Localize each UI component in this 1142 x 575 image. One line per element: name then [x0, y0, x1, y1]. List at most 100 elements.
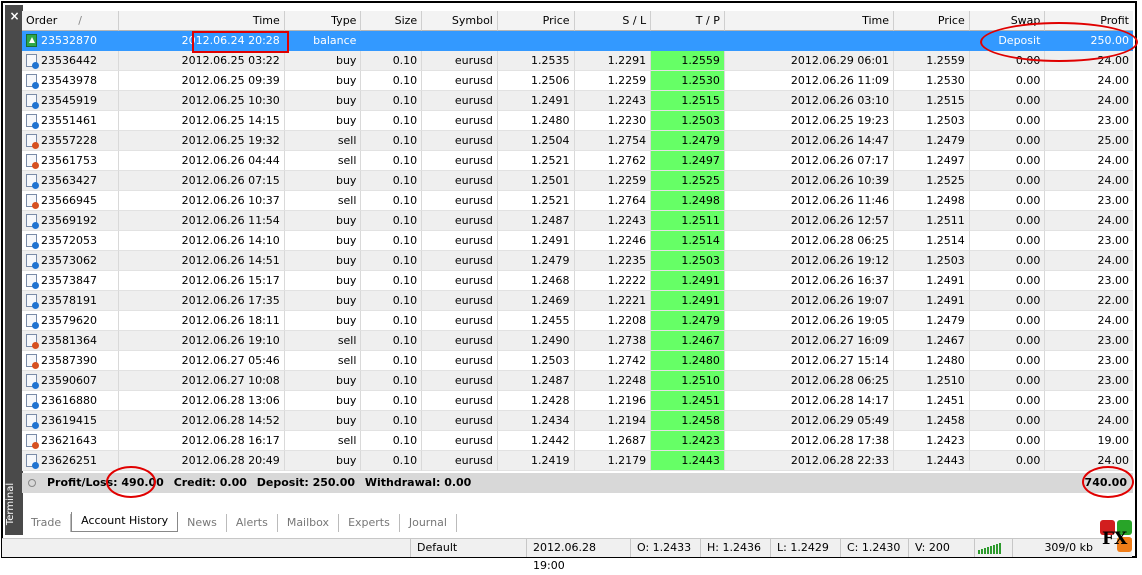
tab-account-history[interactable]: Account History	[71, 512, 179, 532]
tab-alerts[interactable]: Alerts	[227, 514, 278, 532]
cell-price2: 1.2479	[894, 131, 970, 151]
sell-order-icon	[26, 134, 39, 149]
tab-journal[interactable]: Journal	[400, 514, 457, 532]
column-header-symbol[interactable]: Symbol	[422, 11, 498, 31]
summary-dot-icon	[28, 479, 36, 487]
cell-price2: 1.2515	[894, 91, 970, 111]
cell-price: 1.2428	[497, 391, 575, 411]
cell-swap: 0.00	[969, 211, 1046, 231]
cell-size: 0.10	[361, 411, 423, 431]
cell-time2: 2012.06.26 03:10	[724, 91, 895, 111]
tab-mailbox[interactable]: Mailbox	[278, 514, 340, 532]
cell-symbol: eurusd	[422, 171, 498, 191]
table-row[interactable]: 23566945 2012.06.26 10:37 sell 0.10 eurusd 1.…	[22, 191, 1133, 211]
cell-time: 2012.06.28 13:06	[118, 391, 285, 411]
cell-time: 2012.06.26 15:17	[118, 271, 285, 291]
table-row[interactable]: 23621643 2012.06.28 16:17 sell 0.10 eurusd 1.…	[22, 431, 1133, 451]
cell-sl: 1.2243	[574, 211, 652, 231]
column-header-sl[interactable]: S / L	[574, 11, 652, 31]
buy-order-icon	[26, 274, 39, 289]
cell-order: 23563427	[22, 171, 119, 191]
table-row[interactable]: 23590607 2012.06.27 10:08 buy 0.10 eurusd 1.2…	[22, 371, 1133, 391]
cell-size: 0.10	[361, 351, 423, 371]
column-header-close-time[interactable]: Time	[724, 11, 895, 31]
cell-order: 23569192	[22, 211, 119, 231]
cell-type: sell	[284, 151, 362, 171]
buy-order-icon	[26, 174, 39, 189]
tab-news[interactable]: News	[178, 514, 227, 532]
cell-size: 0.10	[361, 131, 423, 151]
cell-type: sell	[284, 351, 362, 371]
table-row[interactable]: 23563427 2012.06.26 07:15 buy 0.10 eurusd 1.2…	[22, 171, 1133, 191]
cell-tp: 1.2515	[651, 91, 725, 111]
column-header-time[interactable]: Time	[118, 11, 285, 31]
order-number: 23573062	[41, 253, 97, 267]
cell-type: sell	[284, 431, 362, 451]
table-row[interactable]: 23545919 2012.06.25 10:30 buy 0.10 eurusd 1.2…	[22, 91, 1133, 111]
table-row[interactable]: 23581364 2012.06.26 19:10 sell 0.10 eurusd 1.…	[22, 331, 1133, 351]
column-header-close-price[interactable]: Price	[894, 11, 970, 31]
buy-order-icon	[26, 214, 39, 229]
cell-price2: 1.2443	[894, 451, 970, 471]
column-header-size[interactable]: Size	[361, 11, 423, 31]
cell-price: 1.2419	[497, 451, 575, 471]
column-header-tp[interactable]: T / P	[651, 11, 725, 31]
table-row[interactable]: 23551461 2012.06.25 14:15 buy 0.10 eurusd 1.2…	[22, 111, 1133, 131]
cell-sl: 1.2259	[574, 171, 652, 191]
table-row[interactable]: 23619415 2012.06.28 14:52 buy 0.10 eurusd 1.2…	[22, 411, 1133, 431]
table-row[interactable]: 23573847 2012.06.26 15:17 buy 0.10 eurusd 1.2…	[22, 271, 1133, 291]
cell-price2: 1.2498	[894, 191, 970, 211]
table-row[interactable]: 23543978 2012.06.25 09:39 buy 0.10 eurusd 1.2…	[22, 71, 1133, 91]
cell-order: 23572053	[22, 231, 119, 251]
deposit-order-icon	[26, 34, 37, 47]
table-row[interactable]: 23587390 2012.06.27 05:46 sell 0.10 eurusd 1.…	[22, 351, 1133, 371]
table-row[interactable]: 23572053 2012.06.26 14:10 buy 0.10 eurusd 1.2…	[22, 231, 1133, 251]
column-header-price[interactable]: Price	[497, 11, 575, 31]
table-row[interactable]: 23557228 2012.06.25 19:32 sell 0.10 eurusd 1.…	[22, 131, 1133, 151]
cell-price2: 1.2458	[894, 411, 970, 431]
cell-time2: 2012.06.26 19:12	[724, 251, 895, 271]
cell-price: 1.2469	[497, 291, 575, 311]
cell-sl: 1.2208	[574, 311, 652, 331]
table-row[interactable]: 23561753 2012.06.26 04:44 sell 0.10 eurusd 1.…	[22, 151, 1133, 171]
cell-sl: 1.2762	[574, 151, 652, 171]
cell-tp: 1.2480	[651, 351, 725, 371]
table-row[interactable]: 23626251 2012.06.28 20:49 buy 0.10 eurusd 1.2…	[22, 451, 1133, 471]
column-header-order[interactable]: Order /	[22, 11, 119, 31]
cell-type: balance	[284, 31, 362, 51]
table-row[interactable]: 23536442 2012.06.25 03:22 buy 0.10 eurusd 1.2…	[22, 51, 1133, 71]
cell-sl: 1.2738	[574, 331, 652, 351]
cell-tp: 1.2479	[651, 311, 725, 331]
cell-price: 1.2487	[497, 211, 575, 231]
cell-price2: 1.2497	[894, 151, 970, 171]
cell-price: 1.2501	[497, 171, 575, 191]
table-row[interactable]: 23579620 2012.06.26 18:11 buy 0.10 eurusd 1.2…	[22, 311, 1133, 331]
cell-symbol: eurusd	[422, 431, 498, 451]
cell-swap: 0.00	[969, 111, 1046, 131]
cell-time: 2012.06.26 04:44	[118, 151, 285, 171]
cell-price2: 1.2530	[894, 71, 970, 91]
fx-logo: FX	[1100, 520, 1134, 554]
status-profile[interactable]: Default	[410, 539, 525, 557]
table-row[interactable]: 23573062 2012.06.26 14:51 buy 0.10 eurusd 1.2…	[22, 251, 1133, 271]
cell-profit: 24.00	[1045, 71, 1133, 91]
table-row[interactable]: 23532870 2012.06.24 20:28 balance Deposit 25…	[22, 31, 1133, 51]
account-history-table: Order / Time Type Size Symbol Price S / …	[22, 11, 1133, 471]
tab-experts[interactable]: Experts	[339, 514, 400, 532]
column-header-type[interactable]: Type	[284, 11, 362, 31]
table-row[interactable]: 23616880 2012.06.28 13:06 buy 0.10 eurusd 1.2…	[22, 391, 1133, 411]
cell-time: 2012.06.26 19:10	[118, 331, 285, 351]
cell-price: 1.2434	[497, 411, 575, 431]
close-icon[interactable]: ×	[8, 10, 21, 23]
cell-size: 0.10	[361, 151, 423, 171]
buy-order-icon	[26, 394, 39, 409]
cell-time2: 2012.06.26 14:47	[724, 131, 895, 151]
cell-profit: 22.00	[1045, 291, 1133, 311]
cell-price2: 1.2514	[894, 231, 970, 251]
cell-type: sell	[284, 131, 362, 151]
cell-swap: 0.00	[969, 431, 1046, 451]
table-row[interactable]: 23578191 2012.06.26 17:35 buy 0.10 eurusd 1.2…	[22, 291, 1133, 311]
table-row[interactable]: 23569192 2012.06.26 11:54 buy 0.10 eurusd 1.2…	[22, 211, 1133, 231]
tab-trade[interactable]: Trade	[22, 514, 72, 532]
cell-time: 2012.06.26 07:15	[118, 171, 285, 191]
